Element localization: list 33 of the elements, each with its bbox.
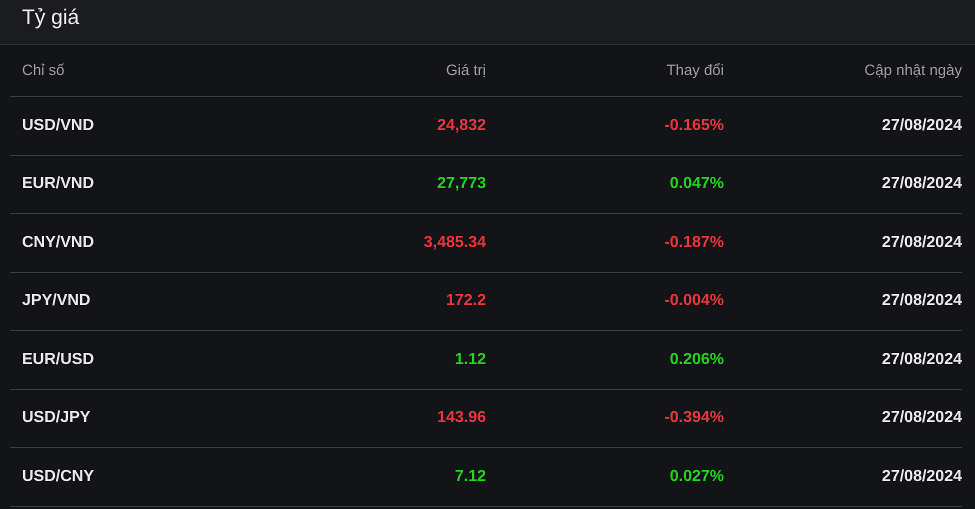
rate-value: 143.96 [436,409,486,428]
rate-value: 172.2 [444,292,486,310]
update-date: 27/08/2024 [880,409,962,428]
rate-change: -0.165% [663,116,724,135]
rate-value: 3,485.34 [422,234,486,252]
column-header: Thay đổi [665,62,724,79]
pair-name: EUR/VND [22,175,96,194]
pair-name: JPY/VND [22,292,92,310]
rate-change: 0.047% [668,175,724,194]
rate-value: 1.12 [454,350,486,369]
pair-name: EUR/USD [22,350,96,369]
update-date: 27/08/2024 [880,116,962,135]
column-header: Chỉ số [22,62,66,79]
rate-change: -0.004% [663,292,724,310]
rate-change: -0.394% [663,409,724,428]
pair-name: USD/CNY [22,468,96,486]
update-date: 27/08/2024 [880,175,962,194]
column-header: Cập nhật ngày [863,62,962,79]
rate-value: 27,773 [436,175,486,194]
rate-value: 7.12 [454,468,486,486]
update-date: 27/08/2024 [880,292,962,310]
column-header: Giá trị [444,62,486,79]
rate-change: 0.206% [668,350,724,369]
update-date: 27/08/2024 [880,468,962,486]
pair-name: USD/JPY [22,409,92,428]
rate-change: 0.027% [668,468,724,486]
pair-name: CNY/VND [22,234,96,252]
update-date: 27/08/2024 [880,350,962,369]
update-date: 27/08/2024 [880,234,962,252]
rate-value: 24,832 [436,116,486,135]
pair-name: USD/VND [22,116,96,135]
panel-title: Tỷ giá [22,6,80,30]
rate-change: -0.187% [663,234,724,252]
